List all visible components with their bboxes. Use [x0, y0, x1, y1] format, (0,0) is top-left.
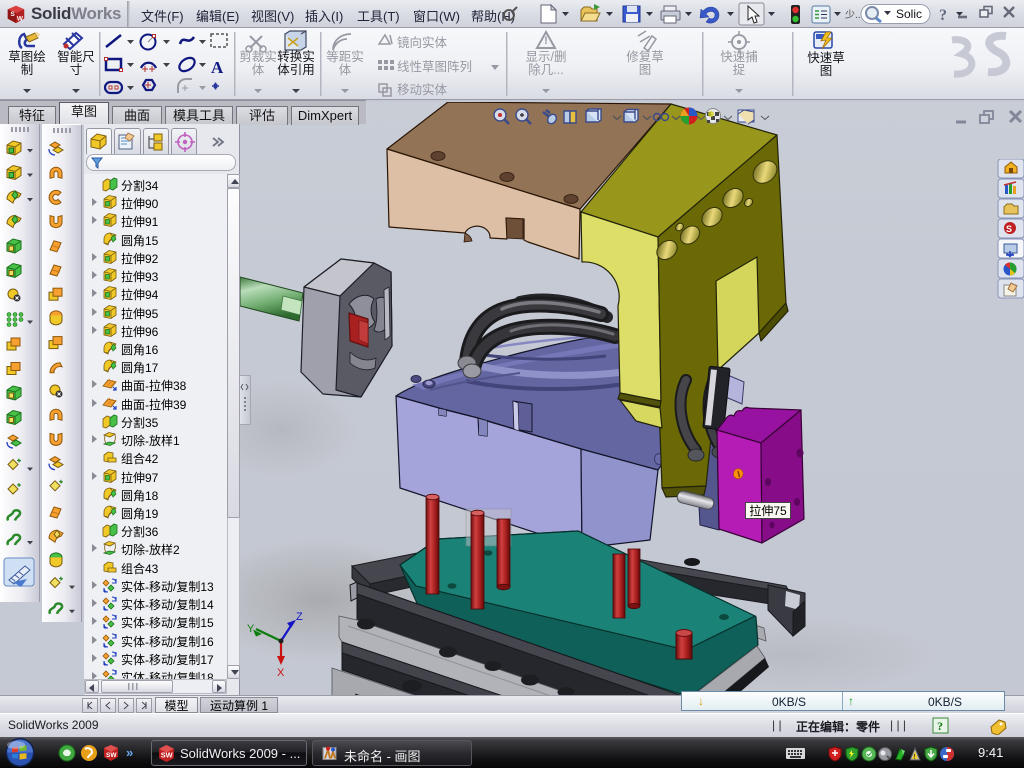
svg-text:S: S: [11, 11, 16, 18]
svg-text:草图绘: 草图绘: [8, 49, 46, 64]
svg-text:Y: Y: [247, 623, 255, 635]
svg-text:!: !: [544, 35, 548, 47]
svg-text:少..: 少..: [845, 9, 861, 21]
svg-text:智能尺: 智能尺: [57, 49, 95, 64]
svg-text:体: 体: [252, 63, 265, 77]
svg-text:»: »: [126, 745, 133, 760]
svg-text:?: ?: [937, 719, 943, 733]
svg-text:?: ?: [939, 7, 947, 24]
svg-text:体引用: 体引用: [277, 63, 315, 77]
svg-text:SW: SW: [106, 752, 117, 759]
svg-text:S: S: [1006, 224, 1012, 234]
svg-text:Z: Z: [296, 611, 303, 623]
svg-text:W: W: [17, 15, 24, 22]
svg-text:除几...: 除几...: [528, 62, 563, 77]
svg-text:修复草: 修复草: [626, 49, 664, 64]
svg-text:寸: 寸: [70, 63, 83, 77]
svg-text:Solic: Solic: [896, 7, 922, 21]
svg-text:快速捕: 快速捕: [720, 49, 758, 64]
svg-text:镜向实体: 镜向实体: [397, 35, 448, 50]
svg-text:移动实体: 移动实体: [397, 82, 448, 97]
svg-text:A: A: [211, 58, 224, 77]
svg-text:制: 制: [21, 63, 34, 77]
svg-text:SW: SW: [161, 751, 173, 760]
svg-text:捉: 捉: [733, 62, 746, 77]
svg-text:X: X: [277, 667, 285, 679]
svg-text:快速草: 快速草: [807, 51, 845, 65]
svg-text:转换实: 转换实: [277, 49, 315, 64]
svg-text:!: !: [914, 754, 916, 761]
svg-text:剪裁实: 剪裁实: [239, 49, 277, 64]
svg-text:体: 体: [339, 63, 352, 77]
svg-text:显示/删: 显示/删: [526, 50, 567, 64]
svg-text:线性草图阵列: 线性草图阵列: [397, 60, 472, 74]
svg-text:图: 图: [820, 64, 833, 78]
svg-text:图: 图: [639, 63, 652, 77]
svg-text:等距实: 等距实: [326, 49, 364, 64]
